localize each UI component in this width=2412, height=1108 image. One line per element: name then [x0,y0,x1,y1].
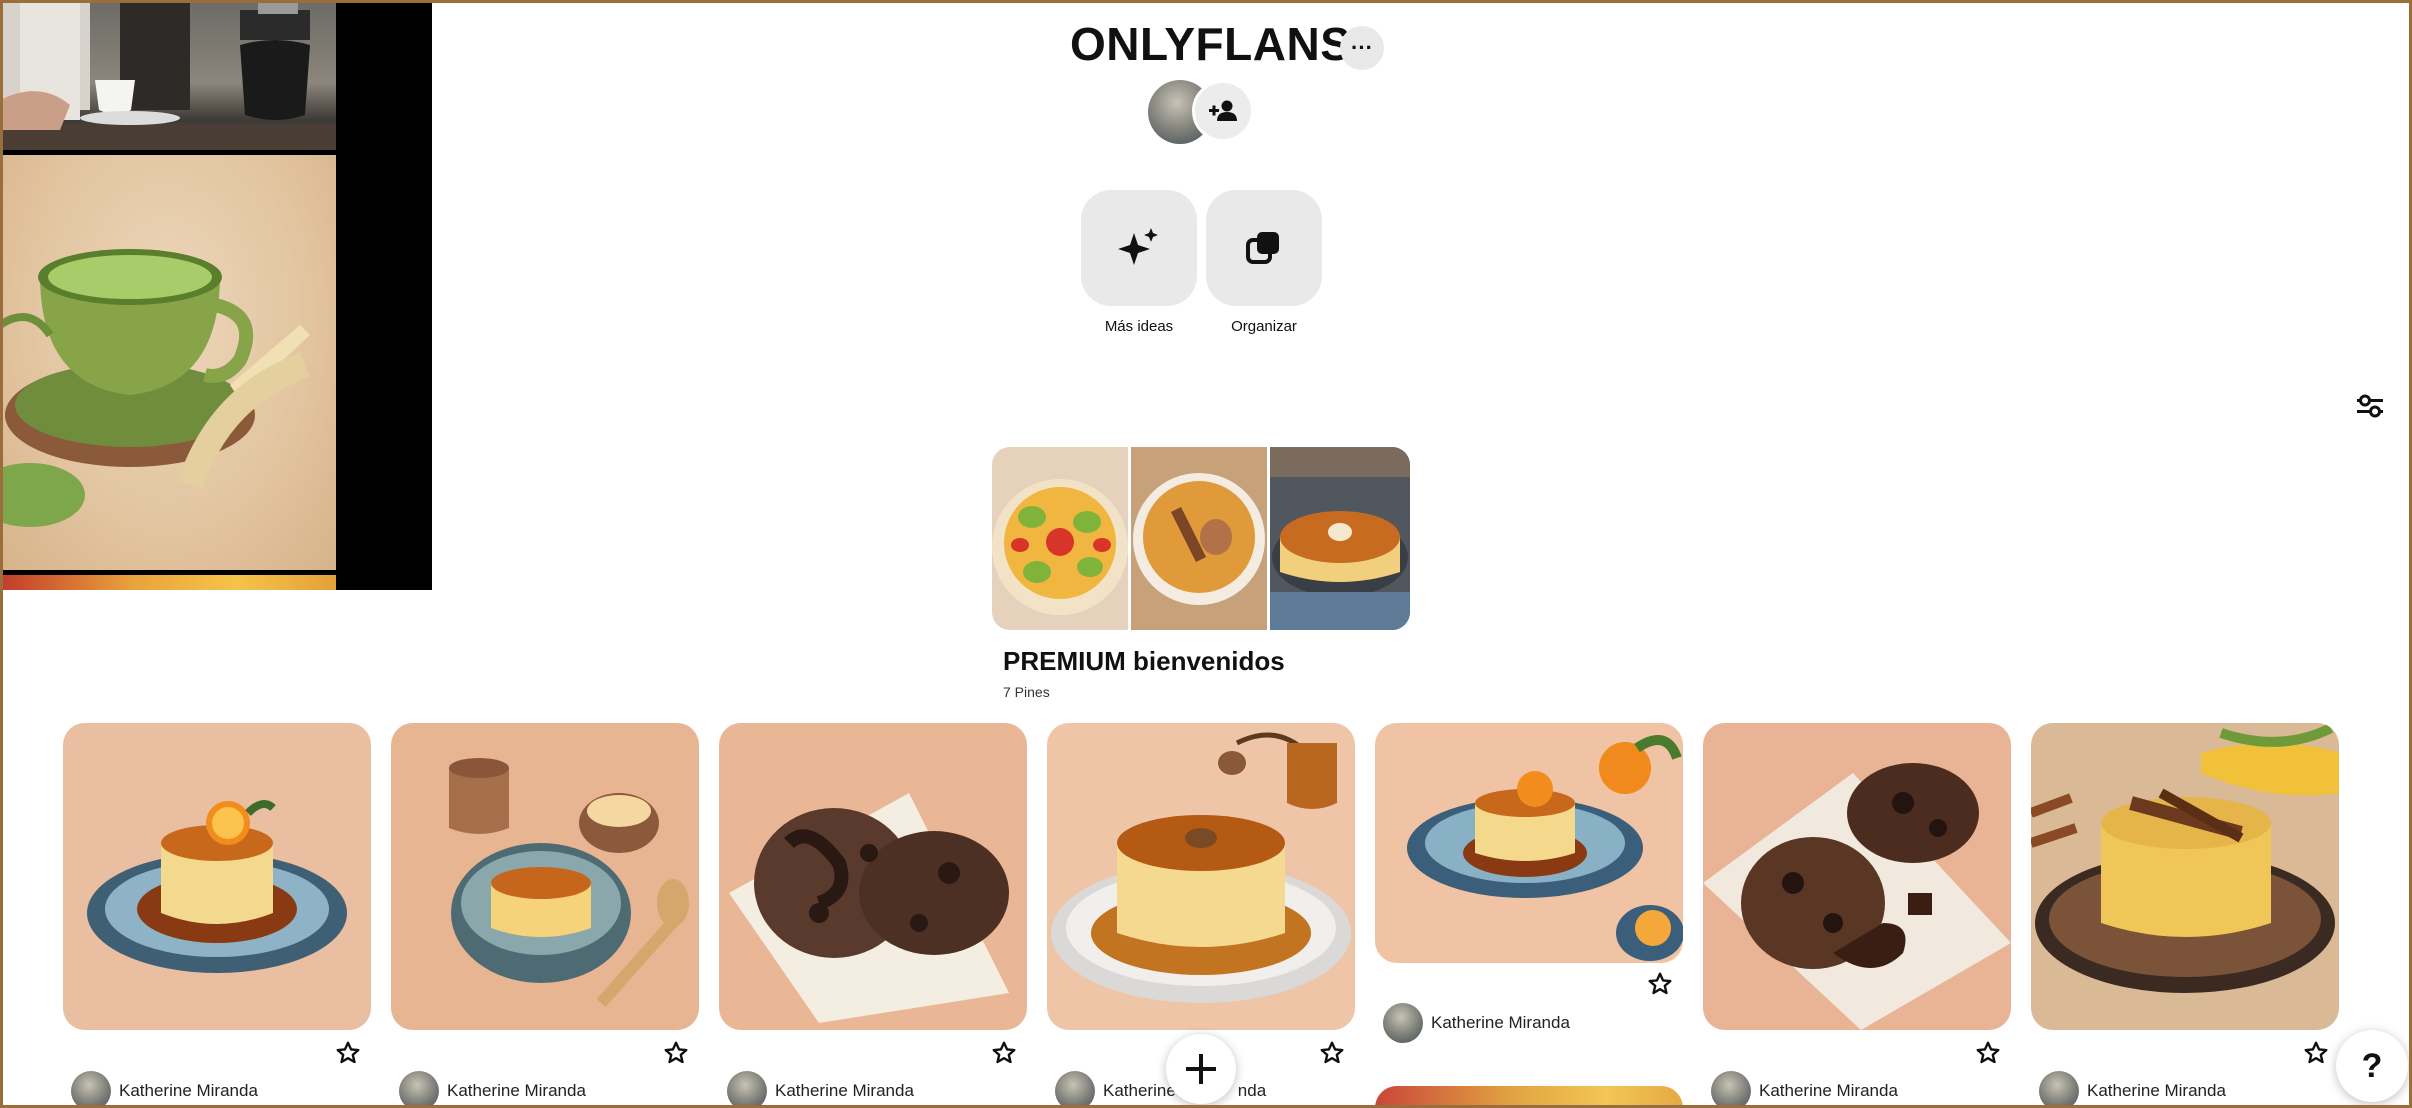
pin-creator[interactable]: Katherine Miranda [2039,1071,2226,1108]
star-icon [664,1041,688,1064]
creator-avatar[interactable] [727,1071,767,1108]
preview-image-next[interactable] [0,575,336,590]
organize-icon [1246,232,1279,264]
pin-creator[interactable]: Katherine Miranda [727,1071,914,1108]
pin-creator[interactable]: Katherine Miranda [399,1071,586,1108]
board-title: ONLYFLANS [1070,18,1352,70]
creator-avatar[interactable] [399,1071,439,1108]
star-icon [2304,1041,2328,1064]
creator-avatar[interactable] [1383,1003,1423,1043]
creator-avatar[interactable] [71,1071,111,1108]
creator-name[interactable]: Katherine [1103,1081,1176,1101]
creator-name[interactable]: Katherine Miranda [1759,1081,1898,1101]
add-person-icon [1209,100,1237,121]
pin-image[interactable] [1703,723,2011,1030]
pin-creator[interactable]: Katherine Miranda [1711,1071,1898,1108]
pin-image[interactable] [1375,723,1683,963]
creator-avatar[interactable] [2039,1071,2079,1108]
organize-label: Organizar [1231,318,1297,335]
organize-button[interactable] [1206,190,1322,306]
filter-button[interactable] [2352,388,2388,424]
pin-card[interactable]: Katherine Miranda [2031,723,2339,1108]
star-icon [1976,1041,2000,1064]
creator-name[interactable]: Katherine Miranda [447,1081,586,1101]
pin-card[interactable]: Katherine Miranda [63,723,371,1108]
filter-sliders-icon [2357,394,2383,418]
section-cover-image-flan-slices [1270,447,1410,630]
save-pin-button[interactable] [333,1038,363,1068]
creator-name[interactable]: Katherine Miranda [775,1081,914,1101]
save-pin-button[interactable] [989,1038,1019,1068]
save-pin-button[interactable] [1973,1038,2003,1068]
section-cover[interactable] [992,447,1410,630]
section-cover-image-fruit-tart [992,447,1128,630]
add-collaborator-button[interactable] [1192,80,1254,142]
image-preview-panel[interactable] [0,0,432,590]
preview-image-coffee[interactable] [0,0,336,150]
star-icon [1320,1041,1344,1064]
creator-name-suffix[interactable]: nda [1238,1081,1266,1101]
sparkle-icon [1118,228,1158,265]
pin-image[interactable] [2031,723,2339,1030]
help-button[interactable]: ? [2336,1030,2408,1102]
pin-card[interactable]: Katherine Miranda [719,723,1027,1108]
save-pin-button[interactable] [661,1038,691,1068]
pin-image[interactable] [63,723,371,1030]
plus-icon [1186,1054,1216,1084]
pin-card[interactable]: Katherine Miranda [391,723,699,1108]
pin-card[interactable]: Katherine Miranda [1703,723,2011,1108]
pin-image[interactable] [391,723,699,1030]
pin-creator[interactable]: Katherine Miranda [1383,1003,1570,1043]
section-title[interactable]: PREMIUM bienvenidos [1003,646,1285,677]
organize-action[interactable]: Organizar [1206,190,1322,335]
section-cover-image-pie [1131,447,1267,630]
next-pin-image-peek[interactable] [1375,1086,1683,1108]
add-pin-button[interactable] [1166,1034,1236,1104]
pin-card[interactable]: Katherine Miranda [1375,723,1683,1108]
star-icon [992,1041,1016,1064]
pin-creator[interactable]: Katherine Miranda [71,1071,258,1108]
preview-image-matcha[interactable] [0,155,336,570]
more-ideas-button[interactable] [1081,190,1197,306]
pin-image[interactable] [1047,723,1355,1030]
creator-name[interactable]: Katherine Miranda [119,1081,258,1101]
save-pin-button[interactable] [1645,969,1675,999]
creator-name[interactable]: Katherine Miranda [1431,1013,1570,1033]
more-ideas-action[interactable]: Más ideas [1081,190,1197,335]
creator-avatar[interactable] [1055,1071,1095,1108]
star-icon [1648,972,1672,995]
creator-avatar[interactable] [1711,1071,1751,1108]
save-pin-button[interactable] [2301,1038,2331,1068]
pin-image[interactable] [719,723,1027,1030]
section-pin-count: 7 Pines [1003,684,1050,700]
board-options-button[interactable]: ··· [1340,26,1384,70]
creator-name[interactable]: Katherine Miranda [2087,1081,2226,1101]
more-ideas-label: Más ideas [1104,318,1174,335]
star-icon [336,1041,360,1064]
save-pin-button[interactable] [1317,1038,1347,1068]
